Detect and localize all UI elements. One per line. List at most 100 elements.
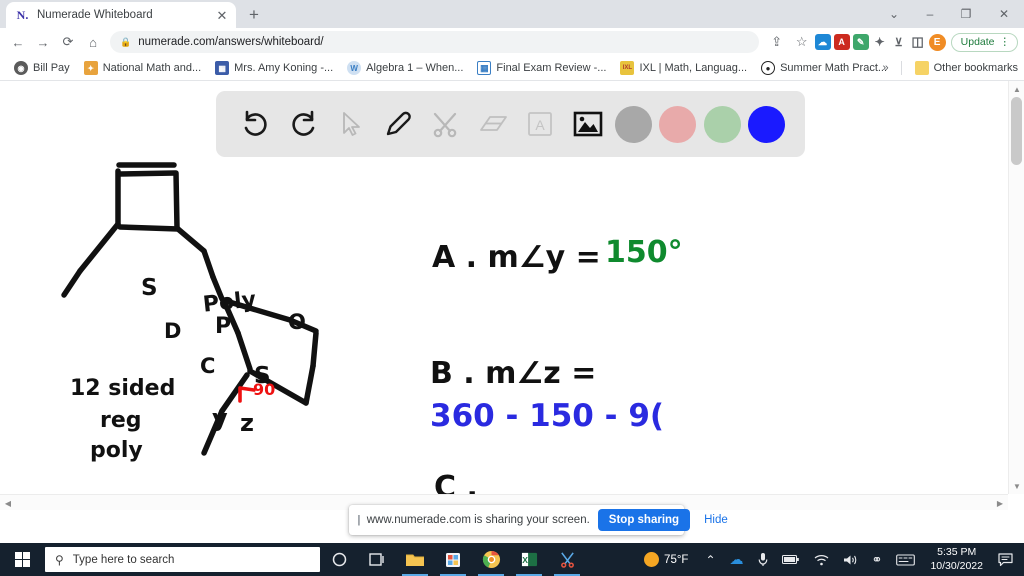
chrome-window: N. Numerade Whiteboard ✕ + ⌄ – ❐ ✕ ← → ⟳… (0, 0, 1024, 543)
color-swatch-gray[interactable] (614, 105, 652, 143)
update-label: Update (960, 36, 995, 48)
diagram-label-s-left: S (141, 275, 158, 301)
task-view-icon[interactable] (358, 543, 396, 576)
diagram-label-90: 90 (253, 380, 276, 399)
windows-logo-icon (15, 552, 30, 567)
onedrive-extension-icon[interactable]: ☁ (814, 34, 831, 50)
bookmark-final-exam-review[interactable]: ▦ Final Exam Review -... (470, 61, 613, 75)
back-icon[interactable]: ← (6, 30, 30, 54)
stop-sharing-button[interactable]: Stop sharing (597, 509, 691, 531)
microphone-icon[interactable] (751, 543, 775, 576)
vertical-scrollbar[interactable]: ▲ ▼ (1008, 81, 1024, 494)
bookmark-summer-math[interactable]: ● Summer Math Pract... (754, 61, 894, 75)
bookmark-label: Final Exam Review -... (496, 62, 607, 74)
pencil-icon[interactable] (378, 104, 418, 144)
wifi-icon[interactable] (807, 543, 836, 576)
close-tab-icon[interactable]: ✕ (214, 7, 230, 23)
hide-sharing-bar-button[interactable]: Hide (698, 514, 734, 526)
scroll-right-arrow[interactable]: ▶ (992, 495, 1008, 511)
bookmark-national-math[interactable]: ✦ National Math and... (77, 61, 208, 75)
text-box-icon[interactable]: A (520, 104, 560, 144)
taskbar-search-box[interactable]: ⚲ Type here to search (45, 547, 320, 572)
redo-icon[interactable] (283, 104, 323, 144)
close-window-button[interactable]: ✕ (984, 0, 1024, 28)
browser-tab[interactable]: N. Numerade Whiteboard ✕ (6, 2, 236, 28)
minimize-button[interactable]: – (912, 0, 948, 28)
svg-text:A: A (535, 117, 545, 133)
scroll-up-arrow[interactable]: ▲ (1009, 81, 1024, 97)
undo-icon[interactable] (236, 104, 276, 144)
onedrive-icon[interactable]: ☁ (723, 543, 751, 576)
adobe-acrobat-extension-icon[interactable]: A (833, 34, 850, 50)
eraser-icon[interactable] (473, 104, 513, 144)
window-panes-icon: ▦ (215, 61, 230, 75)
scroll-left-arrow[interactable]: ◀ (0, 495, 16, 511)
bookmark-label: Summer Math Pract... (780, 62, 888, 74)
profile-avatar[interactable]: E (928, 33, 946, 51)
other-bookmarks-folder[interactable]: Other bookmarks (908, 61, 1018, 75)
select-cursor-icon[interactable] (331, 104, 371, 144)
bluetooth-icon[interactable]: ⚭ (865, 543, 890, 576)
tab-title: Numerade Whiteboard (37, 9, 153, 21)
chrome-icon[interactable] (472, 543, 510, 576)
extensions-puzzle-icon[interactable]: ✦ (872, 34, 888, 50)
diagram-label-d: D (164, 319, 182, 343)
reload-icon[interactable]: ⟳ (56, 30, 80, 54)
notes-extension-icon[interactable]: ✎ (852, 34, 869, 50)
image-icon[interactable] (568, 104, 608, 144)
bookmark-algebra1[interactable]: W Algebra 1 – When... (340, 61, 470, 75)
bookmark-label: Algebra 1 – When... (366, 62, 464, 74)
bookmark-ixl[interactable]: IXL IXL | Math, Languag... (613, 61, 754, 75)
answer-b-label: B . m∠z = (430, 356, 597, 391)
answer-a-value: 150° (605, 235, 683, 270)
maximize-button[interactable]: ❐ (948, 0, 984, 28)
diagram-label-p: P (215, 314, 232, 339)
clock-time: 5:35 PM (937, 546, 977, 559)
microsoft-store-icon[interactable] (434, 543, 472, 576)
shapes-tools-icon[interactable] (425, 104, 465, 144)
show-hidden-icons-chevron[interactable]: ⌃ (698, 543, 722, 576)
bookmark-amy-koning[interactable]: ▦ Mrs. Amy Koning -... (208, 61, 340, 75)
volume-icon[interactable] (836, 543, 865, 576)
vertical-scroll-thumb[interactable] (1011, 97, 1022, 165)
scroll-down-arrow[interactable]: ▼ (1009, 478, 1024, 494)
start-button[interactable] (0, 543, 45, 576)
cast-icon[interactable]: ⊻ (891, 34, 907, 50)
whiteboard-toolbar: A (216, 91, 805, 157)
bookmark-star-icon[interactable]: ☆ (790, 30, 814, 54)
file-explorer-icon[interactable] (396, 543, 434, 576)
address-bar-url: numerade.com/answers/whiteboard/ (138, 36, 324, 48)
whiteboard-page: A S D Poly P C O S 90 y z 12 sided reg p… (0, 81, 1024, 510)
snip-tool-icon[interactable] (548, 543, 586, 576)
color-swatch-blue[interactable] (748, 105, 786, 143)
chrome-menu-icon[interactable]: ⋮ (1000, 36, 1011, 48)
whiteboard-canvas[interactable]: A S D Poly P C O S 90 y z 12 sided reg p… (0, 81, 1008, 510)
side-panel-icon[interactable]: ◫ (910, 34, 926, 50)
star-burst-icon: ✦ (83, 61, 98, 75)
share-icon[interactable]: ⇪ (765, 30, 789, 54)
svg-text:X: X (522, 555, 528, 565)
keyboard-icon[interactable] (889, 543, 922, 576)
bookmarks-overflow-icon[interactable]: » (877, 62, 895, 74)
battery-icon[interactable] (775, 543, 807, 576)
update-button[interactable]: Update ⋮ (950, 32, 1018, 52)
tab-search-icon[interactable]: ⌄ (876, 0, 912, 28)
notifications-icon[interactable] (991, 543, 1020, 576)
cortana-icon[interactable] (320, 543, 358, 576)
color-swatch-green[interactable] (703, 105, 741, 143)
home-icon[interactable]: ⌂ (81, 30, 105, 54)
taskbar-clock[interactable]: 5:35 PM 10/30/2022 (922, 546, 991, 572)
weather-temperature[interactable]: 75°F (659, 554, 698, 566)
browser-toolbar: ← → ⟳ ⌂ 🔒 numerade.com/answers/whiteboar… (0, 28, 1024, 56)
color-swatch-pink[interactable] (659, 105, 697, 143)
numerade-favicon-icon: N. (16, 7, 29, 22)
drag-handle-icon[interactable]: || (357, 514, 360, 526)
search-icon: ⚲ (55, 552, 64, 567)
system-tray: 75°F ⌃ ☁ ⚭ 5:35 PM 10/30/2022 (644, 543, 1024, 576)
forward-icon[interactable]: → (31, 30, 55, 54)
address-bar[interactable]: 🔒 numerade.com/answers/whiteboard/ (110, 31, 759, 53)
excel-icon[interactable]: X (510, 543, 548, 576)
diagram-label-y: y (212, 404, 228, 432)
bookmark-bill-pay[interactable]: ◉ Bill Pay (7, 61, 77, 75)
new-tab-button[interactable]: + (240, 2, 268, 28)
